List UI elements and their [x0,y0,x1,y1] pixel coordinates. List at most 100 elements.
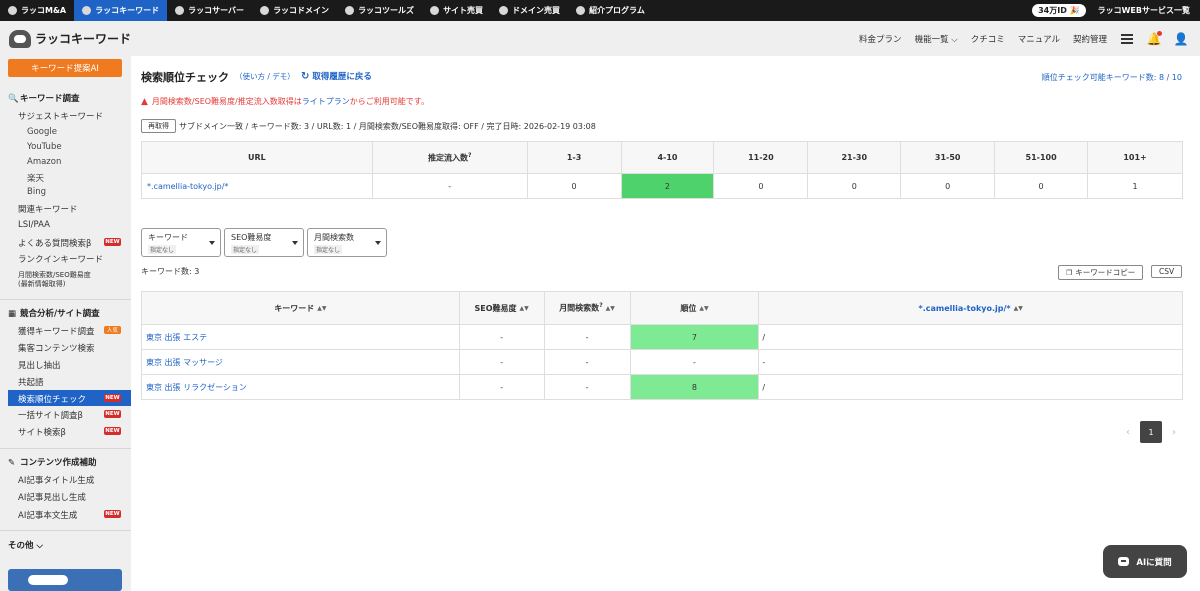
prev-page-icon[interactable]: ‹ [1126,427,1130,438]
sidebar-item-google[interactable]: Google [27,127,57,137]
traffic-cell: - [371,173,528,199]
col-target-url[interactable]: *.camellia-tokyo.jp/* ▲▼ [758,291,1183,325]
sidebar-item-related[interactable]: 関連キーワード [18,203,78,215]
top-item-site-sale[interactable]: サイト売買 [422,0,491,21]
sidebar-item-ai-body[interactable]: AI記事本文生成 [18,509,77,521]
csv-button[interactable]: CSV [1151,265,1183,278]
search-icon: 🔍 [8,94,19,104]
user-icon[interactable]: 👤 [1174,32,1189,46]
sidebar-item-volume[interactable]: 月間検索数/SEO難易度 (最新情報取得) [18,271,91,289]
logo-text: ラッコキーワード [35,32,132,46]
lite-plan-link[interactable]: ライトプラン [302,96,350,107]
next-page-icon[interactable]: › [1172,427,1176,438]
filter-keyword[interactable]: キーワード 指定なし [141,228,221,257]
sidebar-item-suggest[interactable]: サジェストキーワード [18,110,103,122]
help-icon[interactable]: ? [599,302,602,309]
col-volume[interactable]: 月間検索数? ▲▼ [543,291,631,325]
volume-cell: - [543,324,631,350]
sidebar-item-rakuten[interactable]: 楽天 [27,172,44,184]
col-keyword[interactable]: キーワード ▲▼ [141,291,460,325]
howto-link[interactable]: （使い方 / デモ） [235,71,295,82]
section-keyword-research: 🔍 キーワード調査 [8,94,80,104]
notification-dot [1157,30,1162,36]
top-item-keyword[interactable]: ラッコキーワード [74,0,168,21]
promo-banner[interactable] [8,569,122,591]
sidebar-item-youtube[interactable]: YouTube [27,142,62,152]
nav-contract[interactable]: 契約管理 [1073,33,1107,45]
url-link[interactable]: *.camellia-tokyo.jp/* [141,173,373,199]
sidebar: キーワード提案AI 🔍 キーワード調査 サジェストキーワード Google You… [0,56,131,591]
nav-pricing[interactable]: 料金プラン [859,33,902,45]
top-item-server[interactable]: ラッコサーバー [167,0,252,21]
sidebar-item-ai-title[interactable]: AI記事タイトル生成 [18,474,94,486]
sidebar-item-bing[interactable]: Bing [27,187,46,197]
services-menu[interactable]: ラッコWEBサービス一覧 [1098,5,1190,16]
id-count-badge[interactable]: 34万ID 🎉 [1032,4,1086,17]
sort-icon: ▲▼ [1013,304,1023,312]
sidebar-item-rank-check-label: 検索順位チェック [18,395,87,405]
rank-cell: - [629,349,760,375]
col-url: URL [141,141,373,174]
new-badge: NEW [104,238,121,246]
table-row: 東京 出張 マッサージ - - - - [141,349,1183,375]
bell-icon[interactable]: 🔔 [1147,30,1162,46]
nav-manual[interactable]: マニュアル [1018,33,1060,45]
top-item-domain[interactable]: ラッコドメイン [252,0,337,21]
keyword-link[interactable]: 東京 出張 リラクゼーション [141,374,460,400]
volume-cell: - [543,374,631,400]
sidebar-item-amazon[interactable]: Amazon [27,157,61,167]
ranked-url-cell: - [758,349,1183,375]
top-item-m-and-a[interactable]: ラッコM&A [0,0,74,21]
filter-seo[interactable]: SEO難易度 指定なし [224,228,304,257]
page-button-current[interactable]: 1 [1140,421,1162,443]
caret-down-icon [209,241,215,245]
sidebar-item-ai-heading[interactable]: AI記事見出し生成 [18,491,86,503]
ranked-url-cell: / [758,374,1183,400]
service-bar: ラッコM&A ラッコキーワード ラッコサーバー ラッコドメイン ラッコツールズ … [0,0,1200,21]
help-icon[interactable]: ? [468,152,471,159]
section-content: ✎ コンテンツ作成補助 [8,458,97,468]
back-to-history-link[interactable]: ↻ 取得履歴に戻る [301,70,372,83]
ai-chat-button[interactable]: AIに質問 [1103,545,1187,578]
rank-cell: 7 [629,324,760,350]
top-item-domain-sale[interactable]: ドメイン売買 [491,0,568,21]
page-title: 検索順位チェック [141,71,229,84]
sidebar-item-headings[interactable]: 見出し抽出 [18,359,61,371]
edit-icon: ✎ [8,458,16,468]
col-31-50: 31-50 [900,141,996,174]
copy-keywords-button[interactable]: ❐ キーワードコピー [1058,265,1144,280]
keyword-link[interactable]: 東京 出張 マッサージ [141,349,460,375]
sidebar-item-lsi[interactable]: LSI/PAA [18,220,50,230]
filter-bar: キーワード 指定なし SEO難易度 指定なし 月間検索数 指定なし [141,228,390,257]
col-seo[interactable]: SEO難易度 ▲▼ [458,291,545,325]
sidebar-item-bulk[interactable]: 一括サイト調査β [18,409,83,421]
top-item-referral[interactable]: 紹介プログラム [568,0,653,21]
logo[interactable]: ラッコキーワード [9,29,132,48]
summary-table: URL 推定流入数? 1-3 4-10 11-20 21-30 31-50 51… [141,141,1183,199]
refetch-button[interactable]: 再取得 [141,119,176,133]
keyword-ai-button[interactable]: キーワード提案AI [8,59,122,77]
table-row: 東京 出張 リラクゼーション - - 8 / [141,374,1183,400]
popular-badge: 人気 [104,326,121,334]
sidebar-item-cooccur[interactable]: 共起語 [18,376,44,388]
section-other[interactable]: その他 ⌵ [8,539,43,551]
sidebar-item-traffic[interactable]: 集客コンテンツ検索 [18,342,95,354]
app-header: ラッコキーワード 料金プラン 機能一覧 ⌵ クチコミ マニュアル 契約管理 🔔 … [0,21,1200,56]
filter-volume[interactable]: 月間検索数 指定なし [307,228,387,257]
new-badge: NEW [104,394,121,402]
sidebar-item-acquired[interactable]: 獲得キーワード調査 [18,325,95,337]
top-item-tools[interactable]: ラッコツールズ [337,0,422,21]
sidebar-item-rankin[interactable]: ランクインキーワード [18,253,103,265]
menu-icon[interactable] [1120,32,1134,46]
count-4-10: 2 [620,173,715,199]
copy-icon: ❐ [1066,268,1073,277]
col-rank[interactable]: 順位 ▲▼ [629,291,760,325]
keyword-icon [82,6,92,15]
keyword-link[interactable]: 東京 出張 エステ [141,324,460,350]
tools-icon [345,6,355,15]
nav-features[interactable]: 機能一覧 ⌵ [915,33,958,45]
nav-reviews[interactable]: クチコミ [971,33,1005,45]
sidebar-item-site-search[interactable]: サイト検索β [18,426,66,438]
divider [0,448,131,449]
sidebar-item-faq[interactable]: よくある質問検索β [18,237,91,249]
